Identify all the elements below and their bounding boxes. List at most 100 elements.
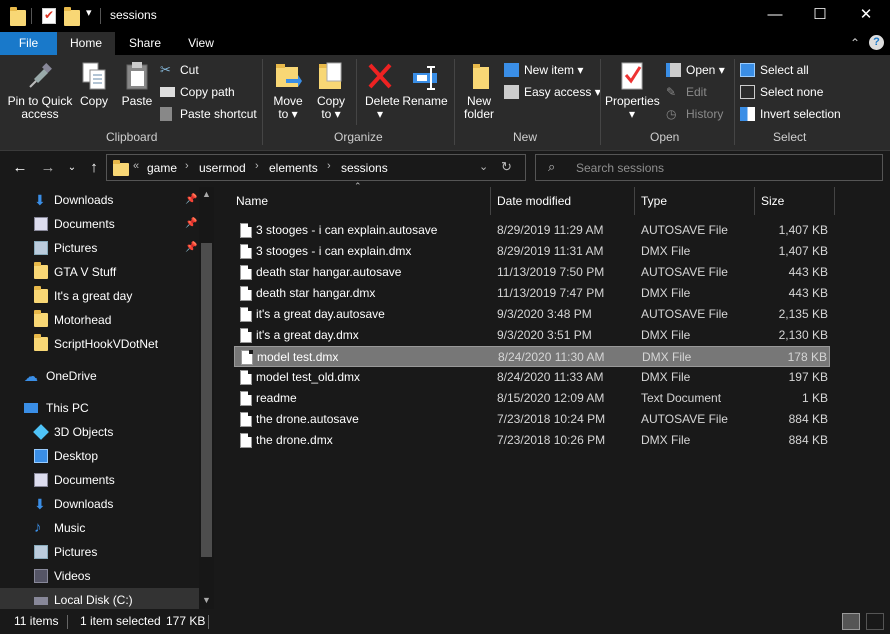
nav-item-videos[interactable]: Videos	[0, 564, 199, 588]
minimize-button[interactable]: —	[752, 0, 798, 32]
nav-item-desktop[interactable]: Desktop	[0, 444, 199, 468]
move-to-button[interactable]: Move to ▾	[268, 57, 308, 121]
breadcrumb-elements[interactable]: elements	[269, 161, 318, 175]
file-row[interactable]: the drone.autosave 7/23/2018 10:24 PM AUTO…	[234, 409, 830, 430]
open-button[interactable]: Open ▾	[666, 61, 725, 79]
file-row[interactable]: 3 stooges - i can explain.dmx 8/29/2019 1…	[234, 241, 830, 262]
address-bar[interactable]: « game › usermod › elements › sessions ⌄…	[106, 154, 526, 181]
scroll-down-icon[interactable]: ▼	[202, 595, 211, 605]
breadcrumb-separator-icon[interactable]: ›	[327, 160, 331, 172]
breadcrumb-separator-icon[interactable]: ›	[185, 160, 189, 172]
column-header-size[interactable]: Size	[761, 187, 784, 215]
nav-item-pictures[interactable]: Pictures 📌	[0, 236, 199, 260]
breadcrumb-game[interactable]: game	[147, 161, 177, 175]
rename-button[interactable]: Rename	[402, 57, 448, 108]
up-arrow-icon[interactable]: ↑	[84, 158, 104, 178]
column-separator[interactable]	[490, 187, 491, 215]
pin-icon[interactable]: 📌	[185, 236, 197, 260]
nav-item-pictures-pc[interactable]: Pictures	[0, 540, 199, 564]
scroll-up-icon[interactable]: ▲	[202, 189, 211, 199]
search-box[interactable]: ⌕ Search sessions	[535, 154, 883, 181]
file-row[interactable]: death star hangar.autosave 11/13/2019 7:5…	[234, 262, 830, 283]
nav-item-scripthookvdotnet[interactable]: ScriptHookVDotNet	[0, 332, 199, 356]
paste-shortcut-button[interactable]: Paste shortcut	[160, 105, 257, 123]
selection-size: 177 KB	[166, 614, 206, 628]
forward-arrow-icon[interactable]: →	[38, 158, 58, 178]
scrollbar-thumb[interactable]	[201, 243, 212, 557]
file-row[interactable]: model test.dmx 8/24/2020 11:30 AM DMX File…	[234, 346, 830, 367]
new-folder-quick-icon[interactable]	[64, 7, 80, 26]
column-header-type[interactable]: Type	[641, 187, 667, 215]
nav-item-music[interactable]: ♪ Music	[0, 516, 199, 540]
file-row[interactable]: readme 8/15/2020 12:09 AM Text Document 1 K…	[234, 388, 830, 409]
column-separator[interactable]	[754, 187, 755, 215]
copy-path-button[interactable]: Copy path	[160, 83, 235, 101]
recent-locations-chevron-icon[interactable]: ⌄	[62, 158, 82, 178]
file-row[interactable]: 3 stooges - i can explain.autosave 8/29/2…	[234, 220, 830, 241]
tab-view[interactable]: View	[176, 32, 226, 55]
nav-item-onedrive[interactable]: ☁ OneDrive	[0, 364, 199, 388]
file-row[interactable]: model test_old.dmx 8/24/2020 11:33 AM DMX …	[234, 367, 830, 388]
properties-button[interactable]: Properties ▾	[604, 57, 660, 121]
edit-button[interactable]: ✎ Edit	[666, 83, 707, 101]
file-type: DMX File	[641, 286, 691, 300]
properties-quick-icon[interactable]	[42, 8, 56, 24]
cut-button[interactable]: ✂ Cut	[160, 61, 199, 79]
maximize-button[interactable]: ☐	[797, 0, 843, 32]
status-bar: 11 items 1 item selected 177 KB	[0, 609, 890, 634]
nav-item-its-a-great-day[interactable]: It's a great day	[0, 284, 199, 308]
nav-item-documents-pc[interactable]: Documents	[0, 468, 199, 492]
breadcrumb-sessions[interactable]: sessions	[341, 161, 388, 175]
customize-quick-access-icon[interactable]: ▾	[86, 6, 92, 22]
history-button[interactable]: ◷ History	[666, 105, 723, 123]
nav-item-gta-v-stuff[interactable]: GTA V Stuff	[0, 260, 199, 284]
refresh-icon[interactable]: ↻	[501, 159, 512, 175]
pin-icon[interactable]: 📌	[185, 188, 197, 212]
file-name: 3 stooges - i can explain.autosave	[256, 223, 438, 237]
overflow-chevron-icon[interactable]: «	[133, 160, 139, 172]
new-item-button[interactable]: New item ▾	[504, 61, 583, 79]
select-all-button[interactable]: Select all	[740, 61, 809, 79]
large-icons-view-button[interactable]	[866, 613, 884, 630]
file-row[interactable]: it's a great day.dmx 9/3/2020 3:51 PM DMX …	[234, 325, 830, 346]
breadcrumb-separator-icon[interactable]: ›	[255, 160, 259, 172]
breadcrumb-usermod[interactable]: usermod	[199, 161, 246, 175]
column-separator[interactable]	[634, 187, 635, 215]
file-row[interactable]: the drone.dmx 7/23/2018 10:26 PM DMX File 8…	[234, 430, 830, 451]
address-dropdown-chevron-icon[interactable]: ⌄	[479, 160, 488, 173]
file-type: AUTOSAVE File	[641, 412, 728, 426]
column-header-date[interactable]: Date modified	[497, 187, 571, 215]
collapse-ribbon-icon[interactable]: ⌃	[850, 36, 860, 50]
close-button[interactable]: ✕	[843, 0, 889, 32]
nav-item-3d-objects[interactable]: 3D Objects	[0, 420, 199, 444]
copy-button[interactable]: Copy	[76, 57, 112, 108]
nav-item-label: GTA V Stuff	[54, 265, 117, 279]
nav-item-this-pc[interactable]: This PC	[0, 396, 199, 420]
tab-share[interactable]: Share	[118, 32, 172, 55]
paste-button[interactable]: Paste	[118, 57, 156, 108]
file-row[interactable]: death star hangar.dmx 11/13/2019 7:47 PM D…	[234, 283, 830, 304]
pin-icon[interactable]: 📌	[185, 212, 197, 236]
delete-button[interactable]: Delete ▾	[360, 57, 400, 121]
column-separator[interactable]	[834, 187, 835, 215]
search-input[interactable]: Search sessions	[576, 161, 664, 175]
pin-to-quick-access-button[interactable]: Pin to Quick access	[4, 57, 76, 121]
easy-access-button[interactable]: Easy access ▾	[504, 83, 601, 101]
details-view-button[interactable]	[842, 613, 860, 630]
tab-home[interactable]: Home	[57, 32, 115, 55]
column-header-name[interactable]: Name	[236, 187, 268, 215]
copy-to-button[interactable]: Copy to ▾	[312, 57, 350, 121]
file-row[interactable]: it's a great day.autosave 9/3/2020 3:48 P…	[234, 304, 830, 325]
nav-scrollbar[interactable]: ▲ ▼	[199, 187, 214, 609]
nav-item-downloads-pc[interactable]: ⬇ Downloads	[0, 492, 199, 516]
back-arrow-icon[interactable]: ←	[10, 158, 30, 178]
help-icon[interactable]: ?	[869, 35, 884, 50]
nav-item-motorhead[interactable]: Motorhead	[0, 308, 199, 332]
invert-selection-button[interactable]: Invert selection	[740, 105, 841, 123]
tab-file[interactable]: File	[0, 32, 57, 55]
nav-item-documents[interactable]: Documents 📌	[0, 212, 199, 236]
new-folder-button[interactable]: New folder	[458, 57, 500, 121]
nav-item-downloads[interactable]: ⬇ Downloads 📌	[0, 188, 199, 212]
pictures-icon	[34, 241, 48, 255]
select-none-button[interactable]: Select none	[740, 83, 823, 101]
